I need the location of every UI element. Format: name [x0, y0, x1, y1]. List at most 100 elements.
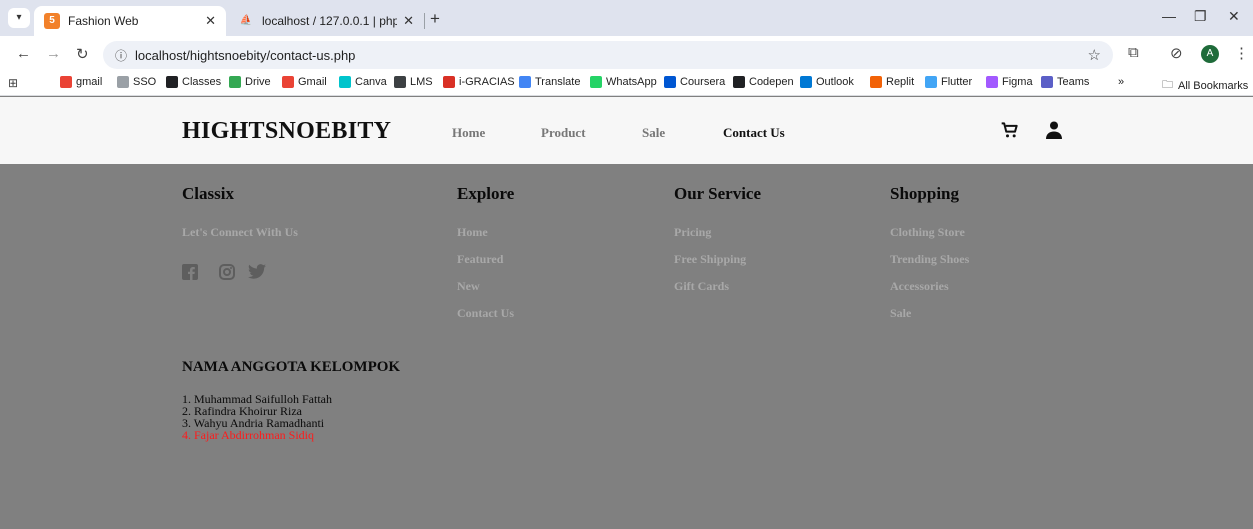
bookmark-label: Teams	[1057, 76, 1090, 88]
bookmark-figma[interactable]: Figma	[986, 76, 1033, 88]
bookmark-teams[interactable]: Teams	[1041, 76, 1089, 88]
bookmarks-bar: ⊞ gmail SSO Classes Drive Gmail Canva LMS i-GRA…	[0, 72, 1253, 96]
bookmark-favicon-icon	[664, 76, 676, 88]
bookmark-i-gracias[interactable]: i-GRACIAS	[443, 76, 515, 88]
team-member-4: 4. Fajar Abdirrohman Sidiq	[182, 428, 314, 442]
bookmark-whatsapp[interactable]: WhatsApp	[590, 76, 657, 88]
cart-icon[interactable]	[1000, 120, 1020, 145]
bookmark-label: Drive	[245, 76, 271, 88]
bookmark-label: i-GRACIAS	[459, 76, 515, 88]
bookmark-favicon-icon	[1041, 76, 1053, 88]
bookmark-sso[interactable]: SSO	[117, 76, 156, 88]
bookmark-favicon-icon	[117, 76, 129, 88]
bookmark-favicon-icon	[925, 76, 937, 88]
footer-shopping-sale[interactable]: Sale	[890, 306, 911, 321]
instagram-icon[interactable]	[219, 264, 235, 285]
footer-explore-new[interactable]: New	[457, 279, 480, 294]
bookmark-label: Coursera	[680, 76, 726, 88]
tab-fashion-web[interactable]: 5 Fashion Web ✕	[34, 6, 226, 36]
bookmark-classes[interactable]: Classes	[166, 76, 221, 88]
bookmark-label: Canva	[355, 76, 387, 88]
bookmark-label: Classes	[182, 76, 222, 88]
footer-tagline: Let's Connect With Us	[182, 225, 298, 239]
close-icon[interactable]: ✕	[205, 13, 216, 29]
performance-icon[interactable]: ⊘	[1170, 44, 1183, 62]
bookmark-translate[interactable]: Translate	[519, 76, 580, 88]
user-icon[interactable]	[1046, 121, 1062, 144]
bookmark-favicon-icon	[60, 76, 72, 88]
bookmarks-overflow[interactable]: »	[1118, 76, 1124, 88]
tab-title: Fashion Web	[68, 14, 139, 28]
footer-shopping-title: Shopping	[890, 184, 959, 203]
bookmark-label: gmail	[76, 76, 103, 88]
reload-icon[interactable]: ↻	[76, 45, 89, 63]
footer-service-free-shipping[interactable]: Free Shipping	[674, 252, 746, 267]
tab-search-chevron-icon[interactable]: ▾	[8, 8, 30, 28]
nav-home[interactable]: Home	[452, 125, 485, 141]
footer-service-gift-cards[interactable]: Gift Cards	[674, 279, 729, 294]
bookmark-codepen[interactable]: Codepen	[733, 76, 794, 88]
close-icon[interactable]: ✕	[403, 13, 414, 29]
browser-tab-strip: ▾ 5 Fashion Web ✕ ⛵ localhost / 127.0.0.…	[0, 0, 1253, 36]
bookmark-lms[interactable]: LMS	[394, 76, 433, 88]
bookmark-label: Translate	[535, 76, 581, 88]
bookmark-replit[interactable]: Replit	[870, 76, 914, 88]
apps-grid-icon[interactable]: ⊞	[8, 76, 18, 90]
extensions-icon[interactable]: ⧉	[1128, 44, 1139, 61]
team-title: NAMA ANGGOTA KELOMPOK	[182, 359, 401, 375]
forward-icon[interactable]: →	[46, 45, 61, 62]
tab-phpmyadmin[interactable]: ⛵ localhost / 127.0.0.1 | phpMyAd ✕	[228, 6, 424, 36]
footer-shopping-accessories[interactable]: Accessories	[890, 279, 949, 294]
bookmark-gmail[interactable]: Gmail	[282, 76, 327, 88]
html-logo-icon: 5	[44, 13, 60, 29]
bookmark-favicon-icon	[166, 76, 178, 88]
bookmark-favicon-icon	[590, 76, 602, 88]
footer-service-pricing[interactable]: Pricing	[674, 225, 711, 240]
bookmark-favicon-icon	[800, 76, 812, 88]
bookmark-favicon-icon	[519, 76, 531, 88]
bookmark-flutter[interactable]: Flutter	[925, 76, 972, 88]
back-icon[interactable]: ←	[16, 45, 31, 62]
bookmark-canva[interactable]: Canva	[339, 76, 387, 88]
minimize-icon[interactable]: —	[1162, 8, 1176, 24]
menu-kebab-icon[interactable]: ⋮	[1234, 44, 1249, 62]
bookmark-label: Codepen	[749, 76, 794, 88]
bookmark-gmail[interactable]: gmail	[60, 76, 102, 88]
footer-service-title: Our Service	[674, 184, 762, 203]
window-close-icon[interactable]: ✕	[1228, 8, 1240, 25]
bookmark-outlook[interactable]: Outlook	[800, 76, 854, 88]
site-info-icon[interactable]: ⓘ	[115, 47, 127, 64]
bookmark-coursera[interactable]: Coursera	[664, 76, 725, 88]
nav-sale[interactable]: Sale	[642, 125, 665, 141]
tab-divider	[424, 13, 425, 29]
twitter-icon[interactable]	[248, 264, 266, 284]
restore-icon[interactable]: ❐	[1194, 8, 1207, 25]
bookmark-favicon-icon	[870, 76, 882, 88]
footer-shopping-clothing[interactable]: Clothing Store	[890, 225, 965, 240]
address-bar[interactable]: ⓘ localhost/hightsnoebity/contact-us.php…	[103, 41, 1113, 69]
footer-explore-title: Explore	[457, 184, 515, 203]
site-logo[interactable]: HIGHTSNOEBITY	[182, 118, 391, 145]
bookmark-star-icon[interactable]: ☆	[1088, 46, 1101, 64]
bookmark-label: LMS	[410, 76, 433, 88]
footer-shopping-shoes[interactable]: Trending Shoes	[890, 252, 969, 267]
nav-product[interactable]: Product	[541, 125, 586, 141]
site-header: HIGHTSNOEBITY Home Product Sale Contact …	[0, 97, 1253, 164]
bookmark-label: Figma	[1002, 76, 1033, 88]
footer-explore-home[interactable]: Home	[457, 225, 488, 240]
bookmark-label: Outlook	[816, 76, 854, 88]
nav-contact-us[interactable]: Contact Us	[723, 125, 785, 141]
new-tab-icon[interactable]: +	[430, 9, 440, 29]
facebook-icon[interactable]	[182, 264, 198, 285]
bookmark-favicon-icon	[229, 76, 241, 88]
url-text[interactable]: localhost/hightsnoebity/contact-us.php	[135, 48, 355, 63]
bookmark-drive[interactable]: Drive	[229, 76, 271, 88]
all-bookmarks-folder[interactable]: 🗀 All Bookmarks	[1162, 76, 1248, 95]
profile-avatar[interactable]: A	[1201, 45, 1219, 63]
bookmark-label: WhatsApp	[606, 76, 657, 88]
phpmyadmin-icon: ⛵	[239, 15, 253, 26]
tab-title: localhost / 127.0.0.1 | phpMyAd	[262, 14, 398, 28]
footer-explore-featured[interactable]: Featured	[457, 252, 503, 267]
footer-explore-contact[interactable]: Contact Us	[457, 306, 514, 321]
folder-icon: 🗀	[1162, 79, 1173, 91]
